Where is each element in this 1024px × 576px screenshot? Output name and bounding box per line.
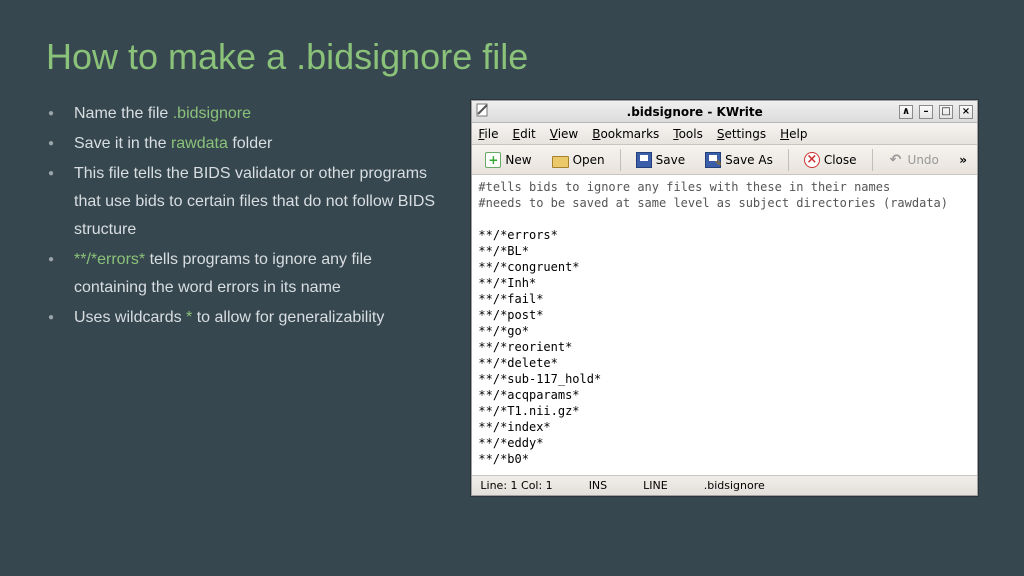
bullet-highlight: .bidsignore (173, 105, 251, 122)
button-label: New (505, 153, 531, 167)
new-file-icon (485, 152, 501, 168)
button-label: Save As (725, 153, 773, 167)
bullet-item: This file tells the BIDS validator or ot… (46, 160, 445, 244)
window-title: .bidsignore - KWrite (496, 105, 893, 119)
bullet-highlight: rawdata (171, 135, 228, 152)
bullet-list-column: Name the file .bidsignore Save it in the… (46, 100, 445, 496)
editor-line: #tells bids to ignore any files with the… (478, 179, 971, 195)
bullet-item: Uses wildcards * to allow for generaliza… (46, 304, 445, 332)
menu-help[interactable]: Help (780, 127, 807, 141)
button-label: Undo (908, 153, 939, 167)
bullet-text: This file tells the BIDS validator or ot… (74, 165, 435, 238)
open-button[interactable]: Open (545, 148, 612, 172)
editor-line: **/*eddy* (478, 435, 971, 451)
save-as-icon (705, 152, 721, 168)
bullet-item: Save it in the rawdata folder (46, 130, 445, 158)
toolbar-overflow-button[interactable]: » (955, 153, 971, 167)
slide-title: How to make a .bidsignore file (46, 36, 978, 78)
bullet-text: Uses wildcards (74, 309, 186, 326)
bullet-list: Name the file .bidsignore Save it in the… (46, 100, 445, 332)
content-columns: Name the file .bidsignore Save it in the… (46, 100, 978, 496)
status-filename: .bidsignore (704, 479, 765, 492)
editor-line: **/*delete* (478, 355, 971, 371)
kwrite-window: .bidsignore - KWrite ∧ – □ × File Edit V… (471, 100, 978, 496)
status-bar: Line: 1 Col: 1 INS LINE .bidsignore (472, 475, 977, 495)
maximize-button[interactable]: □ (939, 105, 953, 119)
slide: How to make a .bidsignore file Name the … (0, 0, 1024, 576)
bullet-text: to allow for generalizability (192, 309, 384, 326)
save-button[interactable]: Save (629, 148, 692, 172)
bullet-text: folder (228, 135, 272, 152)
undo-button[interactable]: Undo (881, 148, 946, 172)
bullet-item: **/*errors* tells programs to ignore any… (46, 246, 445, 302)
editor-line: **/*go* (478, 323, 971, 339)
close-button[interactable]: Close (797, 148, 864, 172)
status-insert-mode: INS (589, 479, 607, 492)
text-editor-area[interactable]: #tells bids to ignore any files with the… (472, 175, 977, 475)
editor-line: **/*sub-117_hold* (478, 371, 971, 387)
editor-line: **/*post* (478, 307, 971, 323)
bullet-highlight: **/*errors* (74, 251, 145, 268)
editor-line: **/*acqparams* (478, 387, 971, 403)
close-window-button[interactable]: × (959, 105, 973, 119)
menu-edit[interactable]: Edit (512, 127, 535, 141)
bullet-text: Name the file (74, 105, 173, 122)
status-cursor-position: Line: 1 Col: 1 (480, 479, 552, 492)
editor-line: **/*errors* (478, 227, 971, 243)
editor-line: **/*T1.nii.gz* (478, 403, 971, 419)
new-button[interactable]: New (478, 148, 538, 172)
menu-view[interactable]: View (550, 127, 578, 141)
menu-file[interactable]: File (478, 127, 498, 141)
button-label: Save (656, 153, 685, 167)
editor-line: **/*BL* (478, 243, 971, 259)
undo-icon (888, 152, 904, 168)
editor-line: **/*fail* (478, 291, 971, 307)
editor-line: **/*b0* (478, 451, 971, 467)
editor-line: **/*index* (478, 419, 971, 435)
bullet-text: Save it in the (74, 135, 171, 152)
menu-bookmarks[interactable]: Bookmarks (592, 127, 659, 141)
editor-line: **/*reorient* (478, 339, 971, 355)
toolbar-separator (620, 149, 621, 171)
menu-tools[interactable]: Tools (673, 127, 703, 141)
editor-line: #needs to be saved at same level as subj… (478, 195, 971, 211)
menu-settings[interactable]: Settings (717, 127, 766, 141)
bullet-item: Name the file .bidsignore (46, 100, 445, 128)
button-label: Open (573, 153, 605, 167)
toolbar-separator (872, 149, 873, 171)
app-icon (476, 103, 490, 120)
button-label: Close (824, 153, 857, 167)
status-line-mode: LINE (643, 479, 668, 492)
rollup-button[interactable]: ∧ (899, 105, 913, 119)
save-icon (636, 152, 652, 168)
editor-line: **/*Inh* (478, 275, 971, 291)
window-titlebar[interactable]: .bidsignore - KWrite ∧ – □ × (472, 101, 977, 123)
save-as-button[interactable]: Save As (698, 148, 780, 172)
close-icon (804, 152, 820, 168)
editor-line: **/*congruent* (478, 259, 971, 275)
open-folder-icon (552, 156, 569, 168)
editor-blank-line (478, 211, 971, 227)
toolbar: New Open Save Save As Clos (472, 145, 977, 175)
minimize-button[interactable]: – (919, 105, 933, 119)
toolbar-separator (788, 149, 789, 171)
menubar: File Edit View Bookmarks Tools Settings … (472, 123, 977, 145)
